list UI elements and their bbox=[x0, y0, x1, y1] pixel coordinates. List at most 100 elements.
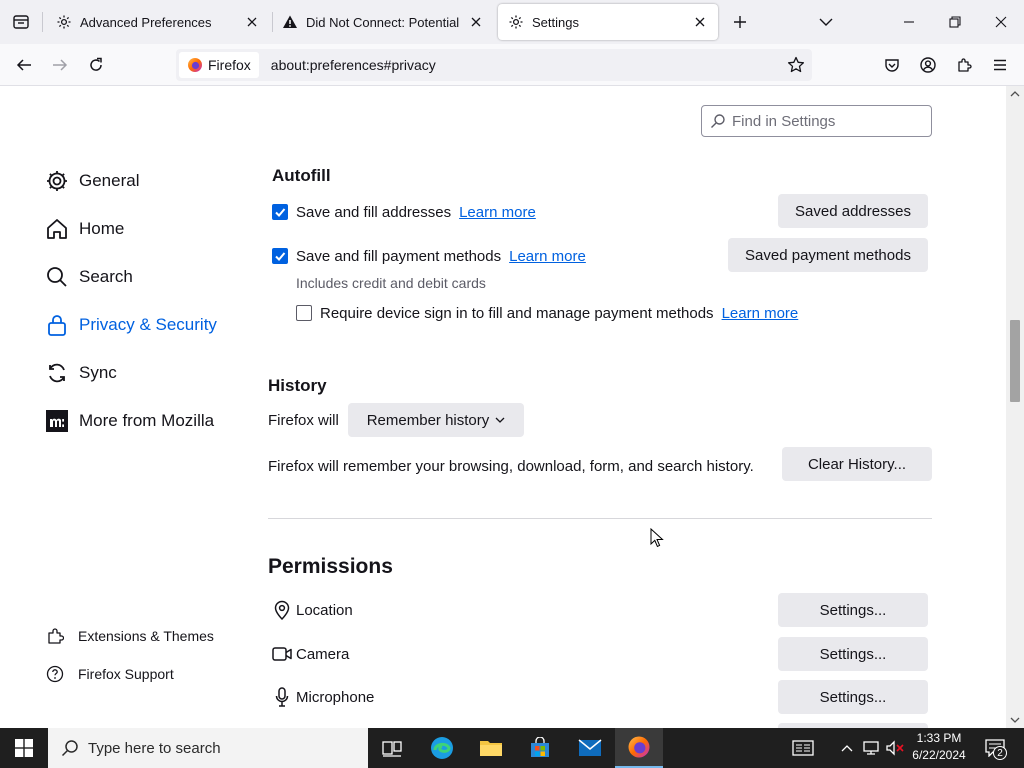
start-button[interactable] bbox=[0, 728, 48, 768]
category-home[interactable]: Home bbox=[44, 211, 124, 247]
firefox-view-button[interactable] bbox=[0, 0, 42, 44]
firefox-logo-icon bbox=[188, 58, 202, 72]
device-signin-checkbox[interactable] bbox=[296, 305, 312, 321]
forward-button[interactable] bbox=[44, 49, 76, 81]
action-center-button[interactable]: 2 bbox=[980, 728, 1010, 768]
taskbar-search-box[interactable]: Type here to search bbox=[48, 728, 368, 768]
hamburger-menu-icon bbox=[994, 59, 1006, 71]
system-clock[interactable]: 1:33 PM 6/22/2024 bbox=[906, 730, 972, 766]
save-payments-checkbox[interactable] bbox=[272, 248, 288, 264]
file-explorer-taskbar-button[interactable] bbox=[467, 728, 515, 768]
tab-title: Settings bbox=[532, 14, 579, 30]
save-addresses-checkbox[interactable] bbox=[272, 204, 288, 220]
clear-history-button[interactable]: Clear History... bbox=[782, 447, 932, 481]
notification-count-badge: 2 bbox=[993, 746, 1007, 760]
close-tab-button[interactable] bbox=[244, 14, 260, 30]
close-icon bbox=[471, 17, 481, 27]
category-label: Privacy & Security bbox=[79, 315, 217, 334]
mozilla-icon bbox=[44, 408, 70, 434]
new-tab-button[interactable] bbox=[724, 6, 756, 38]
chevron-down-icon bbox=[819, 18, 833, 26]
checkmark-icon bbox=[275, 252, 286, 261]
list-all-tabs-button[interactable] bbox=[810, 6, 842, 38]
history-mode-dropdown[interactable]: Remember history bbox=[348, 403, 524, 437]
scroll-up-button[interactable] bbox=[1006, 86, 1024, 102]
category-sync[interactable]: Sync bbox=[44, 355, 117, 391]
back-button[interactable] bbox=[8, 49, 40, 81]
puzzle-icon bbox=[46, 627, 64, 645]
news-icon bbox=[792, 740, 814, 756]
windows-taskbar: Type here to search 1:33 PM 6/22/2024 2 bbox=[0, 728, 1024, 768]
learn-more-link[interactable]: Learn more bbox=[509, 248, 586, 265]
star-icon bbox=[787, 56, 805, 73]
learn-more-link[interactable]: Learn more bbox=[722, 305, 799, 322]
tab-advanced-preferences[interactable]: Advanced Preferences bbox=[46, 4, 270, 40]
microphone-settings-button[interactable]: Settings... bbox=[778, 680, 928, 714]
tab-settings[interactable]: Settings bbox=[498, 4, 718, 40]
url-text[interactable]: about:preferences#privacy bbox=[271, 57, 436, 73]
save-addresses-label[interactable]: Save and fill addresses bbox=[296, 204, 451, 221]
location-settings-button[interactable]: Settings... bbox=[778, 593, 928, 627]
scroll-down-button[interactable] bbox=[1006, 712, 1024, 728]
extensions-themes-link[interactable]: Extensions & Themes bbox=[46, 624, 214, 648]
network-icon bbox=[863, 741, 879, 755]
section-divider bbox=[268, 518, 932, 519]
volume-button[interactable] bbox=[884, 728, 906, 768]
store-taskbar-button[interactable] bbox=[516, 728, 564, 768]
extensions-button[interactable] bbox=[948, 49, 980, 81]
category-label: Home bbox=[79, 219, 125, 238]
firefox-taskbar-button[interactable] bbox=[615, 728, 663, 768]
category-search[interactable]: Search bbox=[44, 259, 133, 295]
autofill-heading: Autofill bbox=[272, 166, 331, 185]
category-more-from-mozilla[interactable]: More from Mozilla bbox=[44, 403, 214, 439]
windows-logo-icon bbox=[15, 739, 33, 757]
reload-button[interactable] bbox=[80, 49, 112, 81]
network-button[interactable] bbox=[860, 728, 882, 768]
pocket-button[interactable] bbox=[876, 49, 908, 81]
app-menu-button[interactable] bbox=[984, 49, 1016, 81]
clock-time: 1:33 PM bbox=[916, 731, 962, 745]
scrollbar-thumb[interactable] bbox=[1010, 320, 1020, 402]
identity-label: Firefox bbox=[208, 57, 251, 73]
category-privacy-security[interactable]: Privacy & Security bbox=[44, 307, 217, 343]
find-in-settings-input[interactable] bbox=[732, 112, 922, 130]
restore-icon bbox=[949, 16, 961, 28]
saved-payment-methods-button[interactable]: Saved payment methods bbox=[728, 238, 928, 272]
tab-did-not-connect[interactable]: Did Not Connect: Potential Security Issu… bbox=[272, 4, 494, 40]
identity-box[interactable]: Firefox bbox=[179, 52, 259, 78]
search-icon bbox=[711, 114, 725, 128]
saved-addresses-button[interactable]: Saved addresses bbox=[778, 194, 928, 228]
mouse-cursor-icon bbox=[650, 528, 664, 548]
close-window-button[interactable] bbox=[978, 0, 1024, 44]
edge-taskbar-button[interactable] bbox=[418, 728, 466, 768]
save-payments-label[interactable]: Save and fill payment methods bbox=[296, 248, 501, 265]
minimize-button[interactable] bbox=[886, 0, 932, 44]
mail-taskbar-button[interactable] bbox=[566, 728, 614, 768]
minimize-icon bbox=[904, 21, 914, 23]
help-icon bbox=[46, 665, 64, 683]
learn-more-link[interactable]: Learn more bbox=[459, 204, 536, 221]
lock-icon bbox=[44, 312, 70, 338]
camera-settings-button[interactable]: Settings... bbox=[778, 637, 928, 671]
task-view-button[interactable] bbox=[368, 728, 416, 768]
show-hidden-icons-button[interactable] bbox=[838, 728, 856, 768]
account-button[interactable] bbox=[912, 49, 944, 81]
firefox-support-link[interactable]: Firefox Support bbox=[46, 662, 174, 686]
footer-link-label: Firefox Support bbox=[78, 666, 174, 682]
url-bar[interactable]: Firefox about:preferences#privacy bbox=[176, 49, 812, 81]
payments-description: Includes credit and debit cards bbox=[296, 275, 486, 291]
close-tab-button[interactable] bbox=[692, 14, 708, 30]
find-in-settings[interactable] bbox=[701, 105, 932, 137]
search-icon bbox=[60, 738, 80, 758]
sync-icon bbox=[44, 360, 70, 386]
restore-button[interactable] bbox=[932, 0, 978, 44]
navigation-toolbar: Firefox about:preferences#privacy bbox=[0, 44, 1024, 86]
tab-strip: Advanced Preferences Did Not Connect: Po… bbox=[0, 0, 1024, 44]
device-signin-label[interactable]: Require device sign in to fill and manag… bbox=[320, 305, 714, 322]
news-widget-button[interactable] bbox=[786, 728, 820, 768]
bookmark-star-button[interactable] bbox=[786, 55, 806, 75]
close-tab-button[interactable] bbox=[468, 14, 484, 30]
tab-title: Advanced Preferences bbox=[80, 14, 212, 30]
category-general[interactable]: General bbox=[44, 163, 139, 199]
page-scrollbar[interactable] bbox=[1006, 86, 1024, 728]
